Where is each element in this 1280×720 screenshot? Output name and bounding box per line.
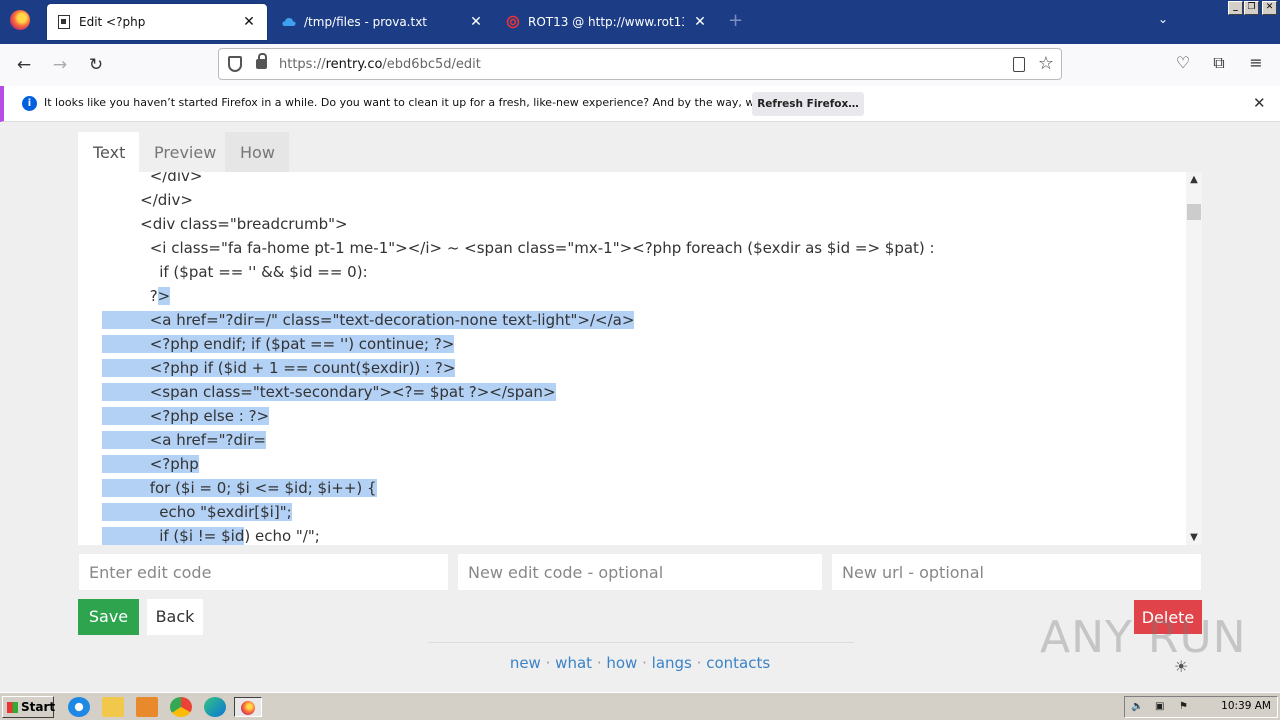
browser-tab-prova[interactable]: /tmp/files - prova.txt ✕ xyxy=(272,4,494,40)
new-tab-button[interactable]: + xyxy=(728,10,743,31)
footer-link-how[interactable]: how xyxy=(606,654,637,672)
tab-title: ROT13 @ http://www.rot13.de/ xyxy=(528,15,684,29)
firefox-logo-icon[interactable] xyxy=(10,10,30,30)
start-button[interactable]: Start xyxy=(2,696,55,718)
network-icon[interactable]: ▣ xyxy=(1155,701,1167,713)
code-editor[interactable]: </div> </div> <div class="breadcrumb"> <… xyxy=(78,172,1202,545)
pocket-icon[interactable]: ♡ xyxy=(1172,53,1194,72)
footer-link-contacts[interactable]: contacts xyxy=(706,654,770,672)
tab-preview[interactable]: Preview xyxy=(139,132,225,172)
notification-text: It looks like you haven’t started Firefo… xyxy=(44,96,829,109)
taskbar: Start 🔈 ▣ ⚑ 10:39 AM xyxy=(0,692,1280,720)
code-line[interactable]: for ($i = 0; $i <= $id; $i++) { xyxy=(102,476,1186,500)
edge-icon[interactable] xyxy=(204,697,226,717)
code-line[interactable]: ?> xyxy=(102,284,1186,308)
ie-icon[interactable] xyxy=(68,697,90,717)
browser-tab-rot13[interactable]: ROT13 @ http://www.rot13.de/ ✕ xyxy=(496,4,718,40)
code-line[interactable]: <a href="?dir= xyxy=(102,428,1186,452)
code-line[interactable]: <?php xyxy=(102,452,1186,476)
editor-scrollbar[interactable]: ▲ ▼ xyxy=(1186,172,1202,545)
cloud-icon xyxy=(282,15,296,29)
clock: 10:39 AM xyxy=(1221,700,1271,712)
close-tab-icon[interactable]: ✕ xyxy=(241,14,257,30)
folder-icon[interactable] xyxy=(102,697,124,717)
close-window-icon[interactable]: ✕ xyxy=(1262,1,1277,15)
divider xyxy=(428,642,854,643)
reload-icon[interactable]: ↻ xyxy=(84,54,108,76)
code-line[interactable]: <span class="text-secondary"><?= $pat ?>… xyxy=(102,380,1186,404)
tab-how[interactable]: How xyxy=(225,132,289,172)
code-line[interactable]: <a href="?dir=/" class="text-decoration-… xyxy=(102,308,1186,332)
page-icon xyxy=(57,15,71,29)
code-line[interactable]: if ($pat == '' && $id == 0): xyxy=(102,260,1186,284)
scroll-up-icon[interactable]: ▲ xyxy=(1186,174,1202,185)
firefox-taskbar-button[interactable] xyxy=(234,697,262,717)
bookmark-star-icon[interactable]: ☆ xyxy=(1038,53,1054,74)
save-button[interactable]: Save xyxy=(78,599,139,635)
browser-tab-edit[interactable]: Edit <?php ✕ xyxy=(47,4,267,40)
close-icon[interactable]: ✕ xyxy=(1253,94,1266,112)
shield-icon[interactable] xyxy=(228,56,242,72)
info-icon: i xyxy=(22,96,37,111)
chevron-down-icon[interactable]: ⌄ xyxy=(1158,12,1168,26)
close-tab-icon[interactable]: ✕ xyxy=(692,14,708,30)
browser-tab-strip: Edit <?php ✕ /tmp/files - prova.txt ✕ RO… xyxy=(0,0,1280,44)
new-edit-code-input[interactable]: New edit code - optional xyxy=(457,553,823,591)
code-line[interactable]: if ($i != $id) echo "/"; xyxy=(102,524,1186,545)
restore-icon[interactable]: ❐ xyxy=(1244,1,1259,15)
code-text[interactable]: </div> </div> <div class="breadcrumb"> <… xyxy=(102,172,1186,545)
code-line[interactable]: </div> xyxy=(102,188,1186,212)
url-text[interactable]: https://rentry.co/ebd6bc5d/edit xyxy=(279,57,481,72)
close-tab-icon[interactable]: ✕ xyxy=(468,14,484,30)
footer-link-new[interactable]: new xyxy=(510,654,541,672)
code-line[interactable]: <i class="fa fa-home pt-1 me-1"></i> ~ <… xyxy=(102,236,1186,260)
chrome-icon[interactable] xyxy=(170,697,192,717)
forward-arrow-icon[interactable]: → xyxy=(48,54,72,76)
notification-bar: i It looks like you haven’t started Fire… xyxy=(0,86,1280,122)
navigation-bar: ← → ↻ https://rentry.co/ebd6bc5d/edit ☆ … xyxy=(0,44,1280,86)
url-bar[interactable]: https://rentry.co/ebd6bc5d/edit ☆ xyxy=(218,48,1062,80)
footer-link-langs[interactable]: langs xyxy=(652,654,692,672)
menu-hamburger-icon[interactable]: ≡ xyxy=(1245,53,1267,72)
speaker-icon[interactable]: 🔈 xyxy=(1131,701,1143,713)
media-player-icon[interactable] xyxy=(136,697,158,717)
new-url-input[interactable]: New url - optional xyxy=(831,553,1202,591)
refresh-firefox-button[interactable]: Refresh Firefox… xyxy=(752,92,864,116)
firefox-icon xyxy=(241,701,255,715)
anyrun-watermark: ANY RUN xyxy=(1040,612,1247,663)
tab-title: /tmp/files - prova.txt xyxy=(304,15,427,29)
spiral-icon xyxy=(506,15,520,29)
tab-title: Edit <?php xyxy=(79,15,146,29)
system-tray: 🔈 ▣ ⚑ 10:39 AM xyxy=(1124,696,1278,718)
tab-text[interactable]: Text xyxy=(78,132,139,172)
scroll-down-icon[interactable]: ▼ xyxy=(1186,532,1202,543)
code-line[interactable]: </div> xyxy=(102,172,1186,188)
code-line[interactable]: echo "$exdir[$i]"; xyxy=(102,500,1186,524)
minimize-icon[interactable]: _ xyxy=(1228,1,1243,15)
back-arrow-icon[interactable]: ← xyxy=(12,54,36,76)
flag-icon[interactable]: ⚑ xyxy=(1179,701,1191,713)
code-line[interactable]: <?php if ($id + 1 == count($exdir)) : ?> xyxy=(102,356,1186,380)
edit-code-input[interactable]: Enter edit code xyxy=(78,553,449,591)
code-line[interactable]: <?php else : ?> xyxy=(102,404,1186,428)
lock-icon[interactable] xyxy=(256,53,267,69)
code-line[interactable]: <div class="breadcrumb"> xyxy=(102,212,1186,236)
page-content: Text Preview How </div> </div> <div clas… xyxy=(0,122,1280,692)
footer-link-what[interactable]: what xyxy=(555,654,592,672)
reader-view-icon[interactable] xyxy=(1013,57,1025,72)
scroll-thumb[interactable] xyxy=(1187,204,1201,220)
extensions-icon[interactable]: ⧉ xyxy=(1208,53,1230,73)
code-line[interactable]: <?php endif; if ($pat == '') continue; ?… xyxy=(102,332,1186,356)
back-button[interactable]: Back xyxy=(147,599,203,635)
